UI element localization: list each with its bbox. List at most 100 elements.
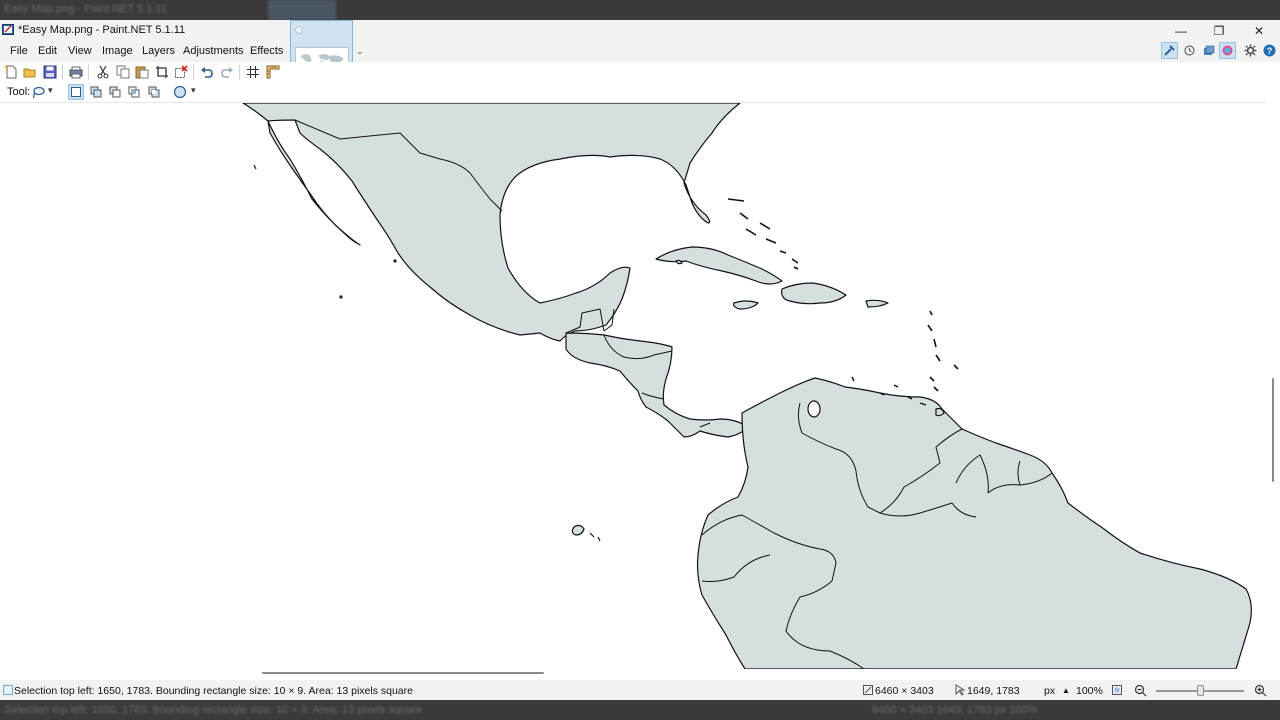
layers-window-button[interactable] — [1200, 42, 1217, 59]
sampling-dropdown-icon[interactable]: ▾ — [191, 85, 196, 96]
map-central-america — [565, 332, 749, 438]
status-bar: Selection top left: 1650, 1783. Bounding… — [0, 680, 1280, 700]
tools-window-button[interactable] — [1161, 42, 1178, 59]
tool-label: Tool: — [7, 86, 31, 98]
map-puerto-rico — [865, 299, 889, 308]
image-size-icon — [863, 685, 873, 695]
union-mode-icon — [90, 86, 102, 98]
crop-to-selection-button[interactable] — [154, 64, 170, 80]
selection-mode-invert[interactable] — [146, 84, 162, 100]
titlebar: *Easy Map.png - Paint.NET 5.1.11 — ❐ ✕ — [0, 20, 1280, 42]
selection-mode-replace[interactable] — [68, 84, 84, 100]
undo-icon — [201, 67, 213, 78]
zoom-out-icon[interactable] — [1134, 684, 1147, 697]
menu-effects[interactable]: Effects — [250, 45, 283, 57]
zoom-to-window-icon[interactable] — [1111, 684, 1123, 696]
image-size: 6460 × 3403 — [875, 685, 934, 697]
toolbar-separator — [62, 65, 63, 79]
grid-icon — [247, 66, 259, 78]
replace-mode-icon — [71, 87, 81, 97]
intersect-mode-icon — [128, 86, 140, 98]
tool-selector[interactable] — [30, 84, 46, 100]
background-window-statusbar: Selection top left: 1650, 1783. Bounding… — [0, 700, 1280, 720]
open-button[interactable] — [22, 64, 38, 80]
menu-view[interactable]: View — [68, 45, 92, 57]
colors-icon — [1222, 45, 1233, 56]
ruler-icon — [266, 65, 280, 79]
paste-icon — [135, 66, 149, 79]
cut-icon — [97, 65, 109, 79]
invert-mode-icon — [148, 86, 160, 98]
print-button[interactable] — [68, 64, 84, 80]
svg-text:?: ? — [1267, 46, 1273, 56]
background-window-title: Easy Map.png - Paint.NET 5.1.11 — [4, 3, 167, 15]
selection-icon — [3, 685, 13, 695]
copy-button[interactable] — [115, 64, 131, 80]
copy-icon — [116, 65, 130, 79]
redo-icon — [221, 67, 233, 78]
close-icon: ✕ — [1253, 24, 1265, 38]
zoom-in-icon[interactable] — [1254, 684, 1267, 697]
map-lesser-antilles — [927, 310, 959, 392]
selection-mode-union[interactable] — [88, 84, 104, 100]
rulers-button[interactable] — [265, 64, 281, 80]
settings-button[interactable] — [1242, 42, 1259, 59]
horizontal-scroll-thumb[interactable] — [262, 672, 544, 674]
map-lake-maracaibo — [807, 400, 821, 418]
image-canvas[interactable] — [0, 102, 1266, 688]
restore-button[interactable]: ❐ — [1200, 20, 1238, 42]
tab-list-dropdown-icon[interactable]: ⌄ — [356, 46, 364, 57]
undo-button[interactable] — [199, 64, 215, 80]
cut-button[interactable] — [95, 64, 111, 80]
cursor-position: 1649, 1783 — [967, 685, 1020, 697]
crop-icon — [156, 66, 168, 78]
background-status-text: Selection top left: 1650, 1783. Bounding… — [4, 704, 422, 716]
pixel-grid-button[interactable] — [245, 64, 261, 80]
help-button[interactable]: ? — [1261, 42, 1278, 59]
map-galapagos — [571, 524, 601, 542]
save-button[interactable] — [42, 64, 58, 80]
tools-icon — [1164, 45, 1175, 56]
horizontal-scrollbar[interactable] — [0, 668, 1266, 676]
paste-button[interactable] — [134, 64, 150, 80]
help-icon: ? — [1263, 44, 1276, 57]
map-cuba — [655, 246, 783, 285]
map-island — [675, 259, 683, 265]
menubar: File Edit View Image Layers Adjustments … — [0, 42, 1280, 62]
tool-dropdown-icon[interactable]: ▾ — [48, 85, 53, 96]
selection-mode-exclude[interactable] — [107, 84, 123, 100]
vertical-scrollbar[interactable] — [1266, 102, 1280, 688]
paint-net-app-icon — [2, 24, 14, 35]
close-button[interactable]: ✕ — [1240, 20, 1278, 42]
map-island — [339, 295, 343, 299]
sampling-mode-selector[interactable] — [172, 84, 188, 100]
map-south-america — [696, 377, 1252, 670]
settings-icon — [1244, 44, 1257, 57]
map-hispaniola — [781, 282, 847, 305]
selection-mode-intersect[interactable] — [126, 84, 142, 100]
vertical-scroll-thumb[interactable] — [1272, 378, 1274, 482]
map-north-america — [242, 103, 741, 342]
colors-window-button[interactable] — [1219, 42, 1236, 59]
deselect-icon — [175, 65, 188, 78]
menu-image[interactable]: Image — [102, 45, 133, 57]
units-dropdown-icon[interactable]: ▲ — [1062, 686, 1070, 695]
menu-file[interactable]: File — [10, 45, 28, 57]
units-selector[interactable]: px — [1044, 685, 1055, 697]
deselect-button[interactable] — [173, 64, 189, 80]
tab-close-icon[interactable] — [295, 26, 303, 34]
selection-info: Selection top left: 1650, 1783. Bounding… — [14, 685, 413, 697]
toolbar-separator — [88, 65, 89, 79]
menu-edit[interactable]: Edit — [38, 45, 57, 57]
background-status-right: 6460 × 3403 1649, 1783 px 100% — [872, 704, 1038, 716]
print-icon — [69, 66, 83, 79]
redo-button[interactable] — [219, 64, 235, 80]
menu-adjustments[interactable]: Adjustments — [183, 45, 244, 57]
minimize-button[interactable]: — — [1162, 20, 1200, 42]
menu-layers[interactable]: Layers — [142, 45, 175, 57]
zoom-level[interactable]: 100% — [1076, 685, 1103, 697]
main-toolbar — [0, 62, 1280, 82]
new-image-button[interactable] — [3, 64, 19, 80]
zoom-slider-thumb[interactable] — [1197, 685, 1204, 696]
history-window-button[interactable] — [1181, 42, 1198, 59]
